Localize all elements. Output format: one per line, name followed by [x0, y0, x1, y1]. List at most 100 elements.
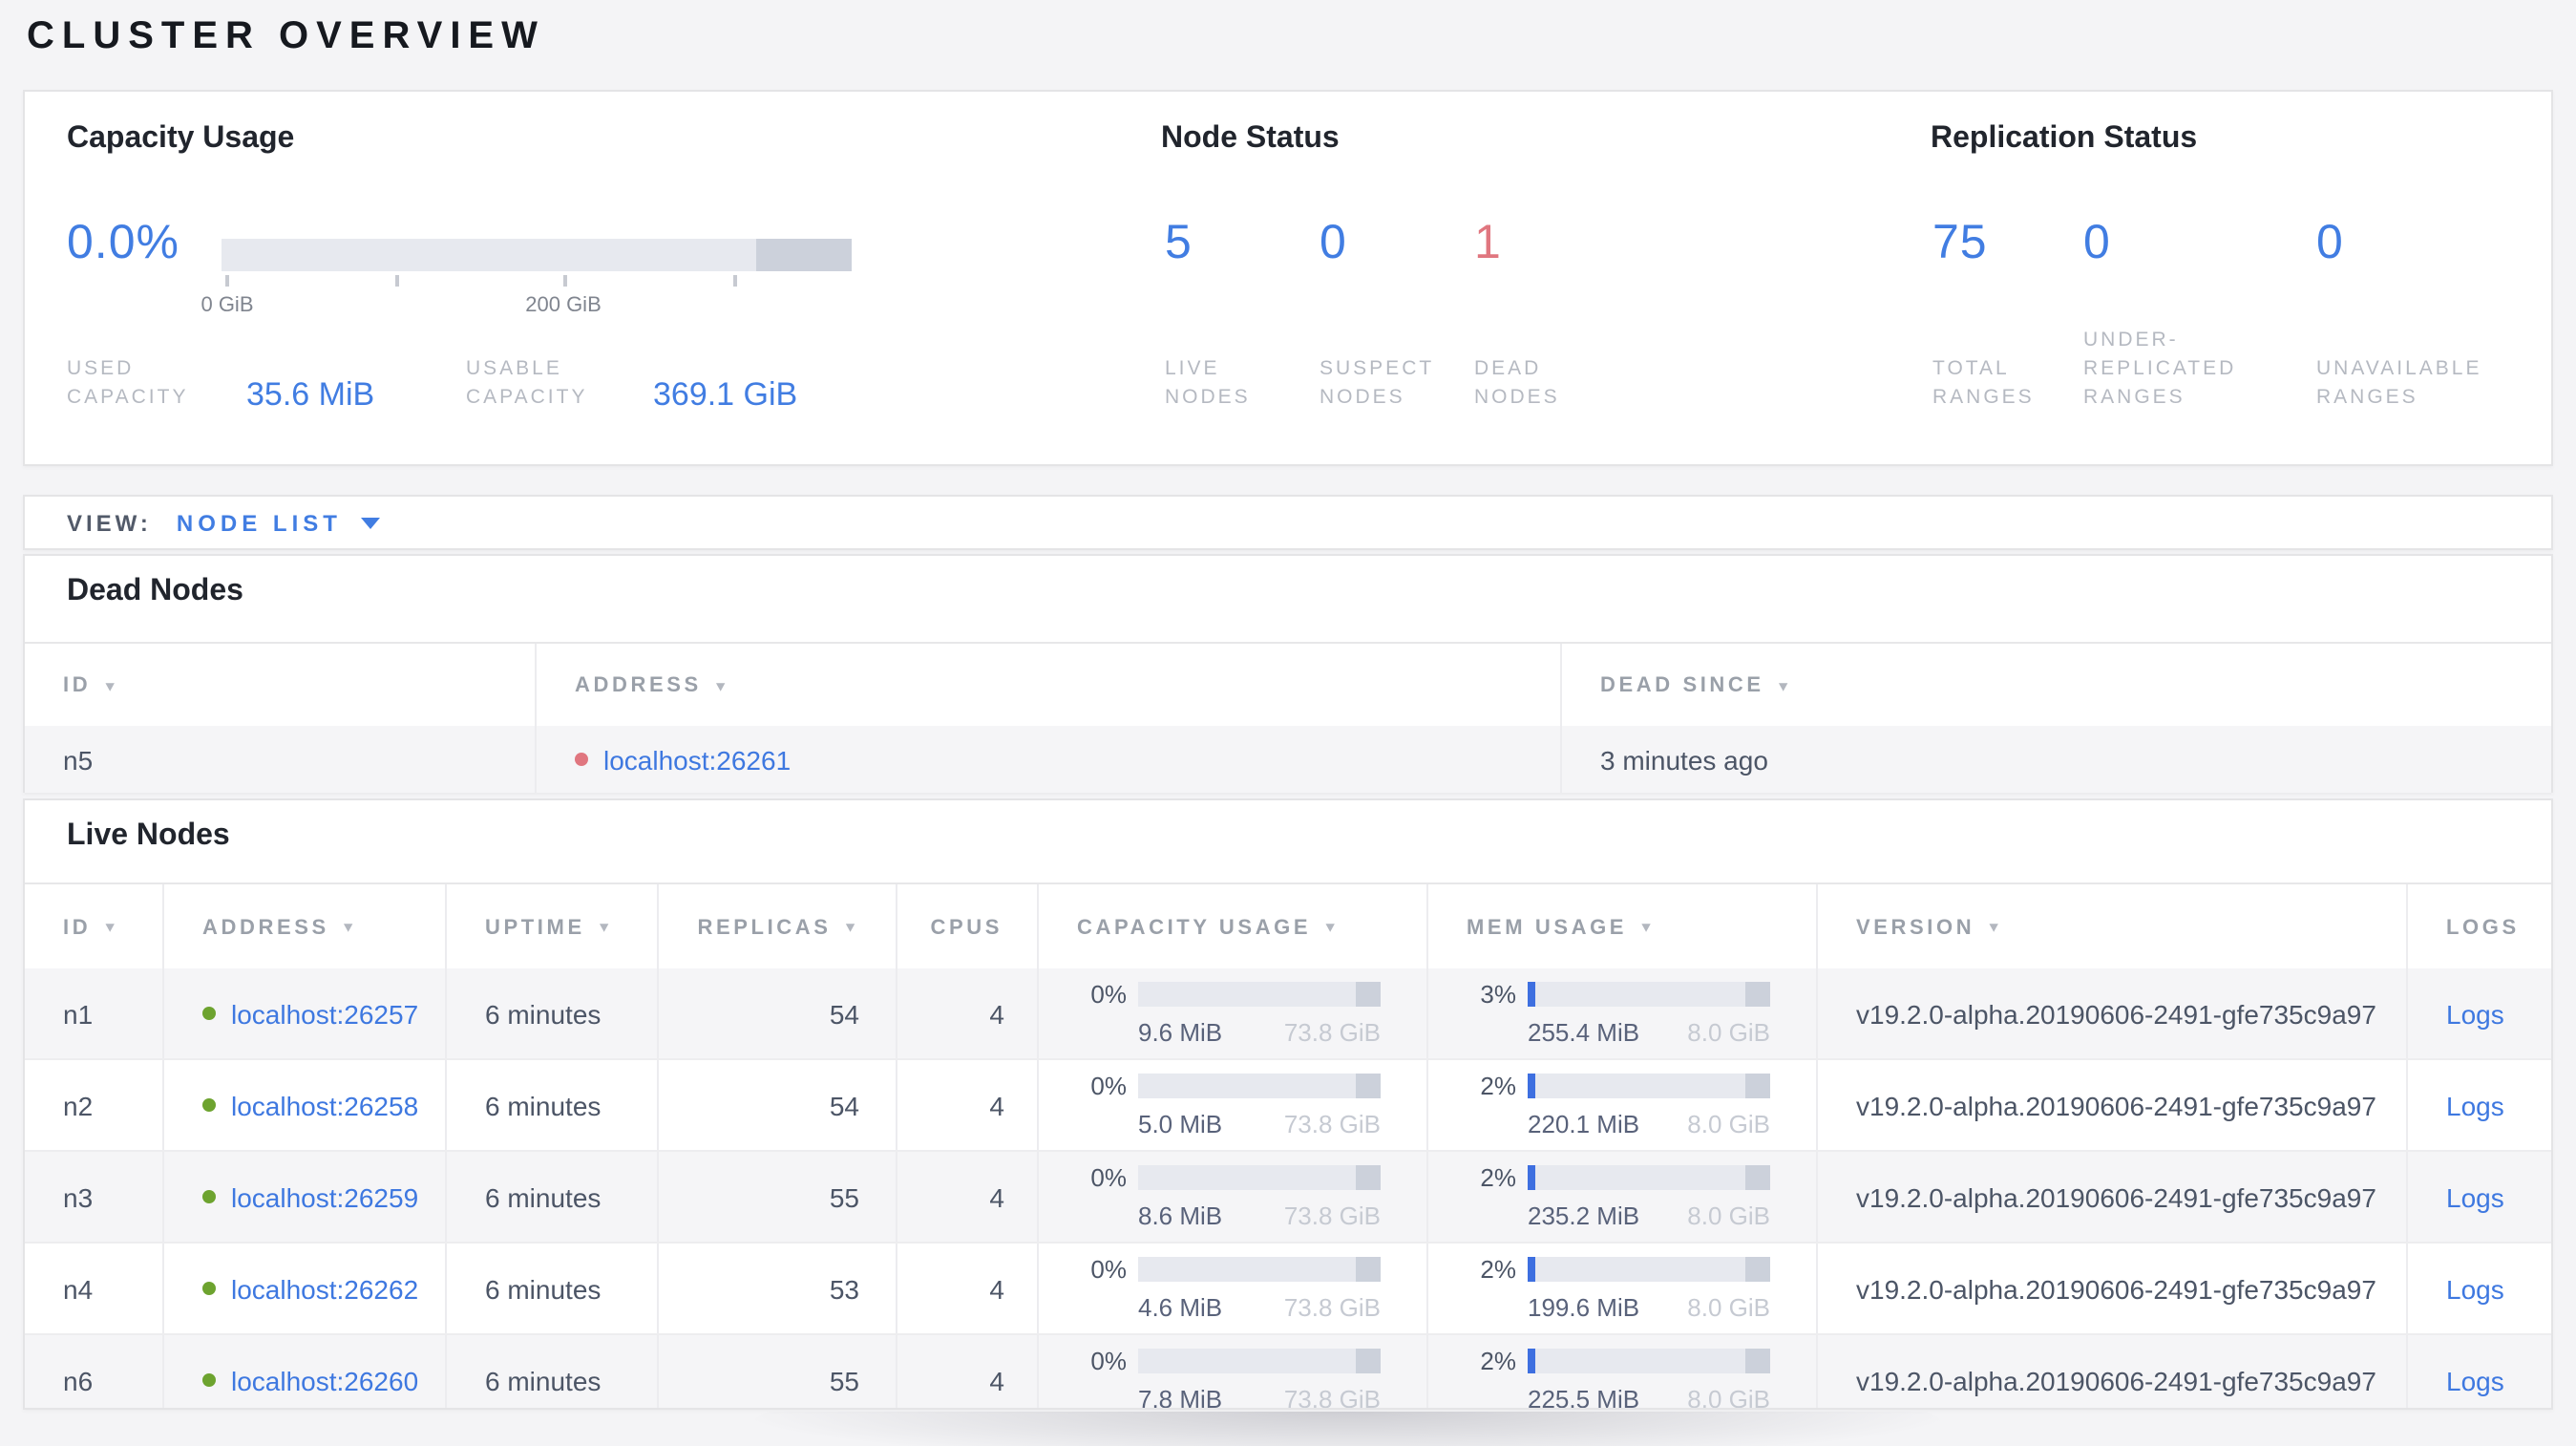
- node-capacity-usage-cell: 0% 9.6 MiB 73.8 GiB: [1039, 968, 1428, 1058]
- capacity-total-value: 73.8 GiB: [1283, 1018, 1381, 1047]
- mem-bar-fill: [1528, 1165, 1535, 1190]
- logs-link[interactable]: Logs: [2446, 1090, 2504, 1120]
- dead-nodes-title: Dead Nodes: [67, 575, 243, 607]
- mem-total-value: 8.0 GiB: [1687, 1293, 1770, 1322]
- column-header-address[interactable]: ADDRESS ▼: [537, 644, 1562, 728]
- node-capacity-usage-cell: 0% 5.0 MiB 73.8 GiB: [1039, 1060, 1428, 1150]
- capacity-usage-bar: [222, 239, 852, 271]
- total-ranges-label: TOTAL RANGES: [1932, 357, 2035, 409]
- mem-percent: 2%: [1480, 1347, 1516, 1375]
- dead-node-row: n5 localhost:26261 3 minutes ago: [25, 726, 2551, 795]
- column-header-id[interactable]: ID ▼: [25, 884, 164, 970]
- logs-link[interactable]: Logs: [2446, 1273, 2504, 1304]
- column-header-logs: LOGS: [2446, 916, 2520, 939]
- node-uptime: 6 minutes: [447, 1152, 659, 1242]
- live-nodes-title: Live Nodes: [67, 819, 230, 852]
- scroll-shadow: [747, 1412, 1948, 1446]
- node-live-status-icon: [202, 1282, 216, 1295]
- mem-bar: [1528, 1257, 1770, 1282]
- node-cpus: 4: [897, 1335, 1039, 1408]
- sort-desc-icon: ▼: [1638, 919, 1658, 936]
- live-nodes-label: LIVE NODES: [1165, 357, 1251, 409]
- live-node-row: n2 localhost:26258 6 minutes 54 4 0% 5.0…: [25, 1060, 2551, 1152]
- column-header-capacity-usage[interactable]: CAPACITY USAGE ▼: [1039, 884, 1428, 970]
- logs-link[interactable]: Logs: [2446, 998, 2504, 1029]
- node-mem-usage-cell: 2% 225.5 MiB 8.0 GiB: [1428, 1335, 1818, 1410]
- usable-capacity-label: USABLE CAPACITY: [466, 357, 588, 409]
- mem-bar: [1528, 1349, 1770, 1373]
- capacity-usage-title: Capacity Usage: [67, 122, 295, 155]
- capacity-percent: 0%: [1090, 1255, 1127, 1284]
- node-capacity-usage-cell: 0% 8.6 MiB 73.8 GiB: [1039, 1152, 1428, 1242]
- sort-desc-icon: ▼: [712, 677, 732, 694]
- node-address-link[interactable]: localhost:26257: [231, 998, 418, 1029]
- mem-used-value: 199.6 MiB: [1528, 1293, 1640, 1322]
- capacity-bar-reserved: [756, 239, 852, 271]
- logs-link[interactable]: Logs: [2446, 1181, 2504, 1212]
- usable-capacity-stat: USABLE CAPACITY 369.1 GiB: [466, 355, 797, 413]
- node-capacity-usage-cell: 0% 7.8 MiB 73.8 GiB: [1039, 1335, 1428, 1408]
- cluster-overview-page: CLUSTER OVERVIEW Capacity Usage 0.0% 0 G…: [0, 0, 2576, 1446]
- node-address-link[interactable]: localhost:26260: [231, 1365, 418, 1395]
- usable-capacity-value: 369.1 GiB: [653, 376, 798, 413]
- used-capacity-value: 35.6 MiB: [246, 376, 375, 413]
- axis-tick-label: 0 GiB: [201, 294, 254, 317]
- column-header-mem-usage[interactable]: MEM USAGE ▼: [1428, 884, 1818, 970]
- node-uptime: 6 minutes: [447, 1335, 659, 1408]
- node-cpus: 4: [897, 1152, 1039, 1242]
- column-header-uptime[interactable]: UPTIME ▼: [447, 884, 659, 970]
- sort-desc-icon: ▼: [1986, 919, 2005, 936]
- node-version: v19.2.0-alpha.20190606-2491-gfe735c9a97: [1818, 968, 2408, 1058]
- node-live-status-icon: [202, 1373, 216, 1387]
- node-capacity-usage-cell: 0% 4.6 MiB 73.8 GiB: [1039, 1244, 1428, 1333]
- node-replicas: 54: [659, 1060, 897, 1150]
- mem-bar-reserved: [1745, 1165, 1770, 1190]
- node-address-link[interactable]: localhost:26258: [231, 1090, 418, 1120]
- dead-nodes-panel: Dead Nodes ID ▼ ADDRESS ▼ DEAD SINCE ▼ n…: [23, 554, 2553, 795]
- dead-since-value: 3 minutes ago: [1600, 744, 1768, 775]
- sort-desc-icon: ▼: [102, 919, 121, 936]
- column-header-replicas[interactable]: REPLICAS ▼: [659, 884, 897, 970]
- unavailable-ranges-label: UNAVAILABLE RANGES: [2316, 357, 2482, 409]
- node-version: v19.2.0-alpha.20190606-2491-gfe735c9a97: [1818, 1244, 2408, 1333]
- capacity-axis: 0 GiB 200 GiB: [201, 275, 852, 325]
- mem-total-value: 8.0 GiB: [1687, 1018, 1770, 1047]
- sort-desc-icon: ▼: [102, 677, 121, 694]
- column-header-dead-since[interactable]: DEAD SINCE ▼: [1562, 644, 2551, 728]
- node-live-status-icon: [202, 1190, 216, 1203]
- mem-used-value: 225.5 MiB: [1528, 1385, 1640, 1410]
- column-header-id[interactable]: ID ▼: [25, 644, 537, 728]
- column-header-cpus[interactable]: CPUS: [897, 884, 1039, 970]
- live-node-row: n3 localhost:26259 6 minutes 55 4 0% 8.6…: [25, 1152, 2551, 1244]
- chevron-down-icon[interactable]: [360, 517, 380, 528]
- node-address-cell: localhost:26258: [164, 1060, 447, 1150]
- node-address-link[interactable]: localhost:26262: [231, 1273, 418, 1304]
- node-logs-cell: Logs: [2408, 1152, 2551, 1242]
- mem-bar: [1528, 982, 1770, 1007]
- mem-total-value: 8.0 GiB: [1687, 1201, 1770, 1230]
- mem-percent: 2%: [1480, 1072, 1516, 1100]
- view-dropdown[interactable]: NODE LIST: [177, 509, 342, 536]
- live-node-row: n1 localhost:26257 6 minutes 54 4 0% 9.6…: [25, 968, 2551, 1060]
- capacity-bar-reserved: [1356, 982, 1381, 1007]
- capacity-used-value: 9.6 MiB: [1138, 1018, 1223, 1047]
- logs-link[interactable]: Logs: [2446, 1365, 2504, 1395]
- node-live-status-icon: [202, 1098, 216, 1112]
- used-capacity-stat: USED CAPACITY 35.6 MiB: [67, 355, 374, 413]
- axis-tick-label: 200 GiB: [525, 294, 602, 317]
- node-address-link[interactable]: localhost:26261: [603, 744, 791, 775]
- node-address-link[interactable]: localhost:26259: [231, 1181, 418, 1212]
- replication-status-title: Replication Status: [1931, 122, 2198, 155]
- capacity-bar: [1138, 1349, 1381, 1373]
- node-replicas: 54: [659, 968, 897, 1058]
- column-header-version[interactable]: VERSION ▼: [1818, 884, 2408, 970]
- node-id: n6: [25, 1335, 164, 1408]
- capacity-bar-reserved: [1356, 1257, 1381, 1282]
- node-id: n3: [25, 1152, 164, 1242]
- node-uptime: 6 minutes: [447, 1244, 659, 1333]
- node-version: v19.2.0-alpha.20190606-2491-gfe735c9a97: [1818, 1335, 2408, 1408]
- node-logs-cell: Logs: [2408, 1060, 2551, 1150]
- node-id: n5: [25, 726, 537, 793]
- column-header-address[interactable]: ADDRESS ▼: [164, 884, 447, 970]
- capacity-bar-reserved: [1356, 1165, 1381, 1190]
